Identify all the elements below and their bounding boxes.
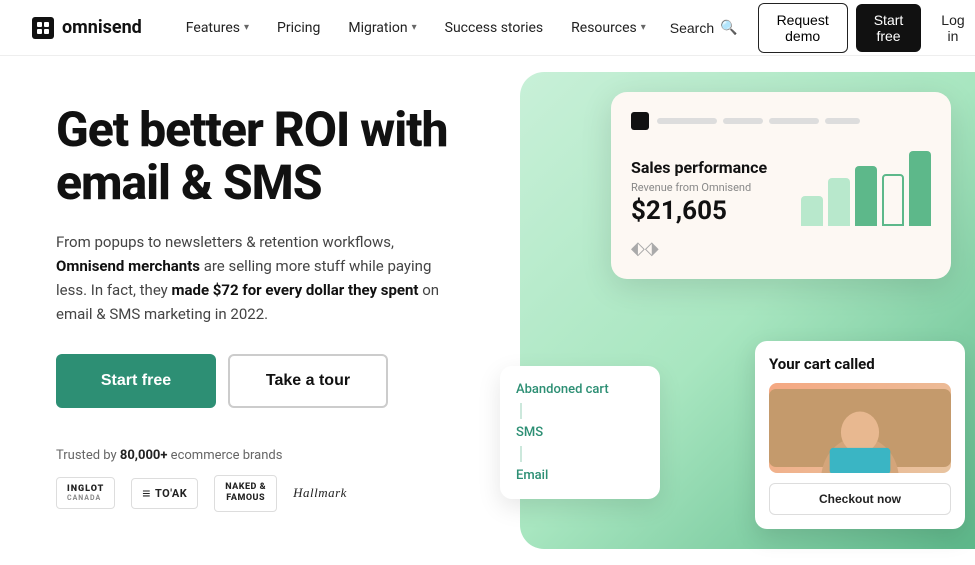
cart-popup-image bbox=[769, 383, 951, 473]
chevron-down-icon: ▾ bbox=[244, 22, 249, 33]
navbar: omnisend Features ▾ Pricing Migration ▾ … bbox=[0, 0, 975, 56]
bar-1 bbox=[801, 196, 823, 226]
cart-popup-card: Your cart called Checkout now bbox=[755, 341, 965, 529]
dashboard-header bbox=[631, 112, 931, 130]
start-free-nav-button[interactable]: Start free bbox=[856, 4, 922, 52]
bar-3 bbox=[855, 166, 877, 226]
hero-title: Get better ROI with email & SMS bbox=[56, 104, 488, 210]
brand-hallmark: Hallmark bbox=[293, 485, 347, 501]
dashboard-logo-icon bbox=[631, 112, 649, 130]
brand-toaak: ≡ TO'AK bbox=[131, 478, 198, 509]
dashboard-header-lines bbox=[657, 118, 860, 124]
funnel-item-cart: Abandoned cart SMS Email bbox=[516, 382, 644, 483]
bar-chart bbox=[801, 146, 931, 226]
header-line-3 bbox=[769, 118, 819, 124]
funnel-connector-2 bbox=[520, 446, 522, 462]
request-demo-button[interactable]: Request demo bbox=[758, 3, 848, 53]
funnel-label-cart: Abandoned cart bbox=[516, 382, 609, 397]
chevron-down-icon: ▾ bbox=[412, 22, 417, 33]
brand-logos: INGLOT CANADA ≡ TO'AK NAKED &FAMOUS Hall… bbox=[56, 475, 488, 512]
cart-popup-title: Your cart called bbox=[769, 355, 951, 373]
bar-4 bbox=[882, 174, 904, 226]
search-button[interactable]: Search 🔍 bbox=[658, 11, 750, 44]
funnel-label-sms: SMS bbox=[516, 425, 543, 440]
search-icon: 🔍 bbox=[720, 19, 737, 36]
revenue-label: Revenue from Omnisend bbox=[631, 181, 785, 194]
start-free-hero-button[interactable]: Start free bbox=[56, 354, 216, 408]
nav-resources[interactable]: Resources ▾ bbox=[559, 12, 658, 44]
hero-left: Get better ROI with email & SMS From pop… bbox=[0, 56, 520, 565]
logo-icon bbox=[32, 17, 54, 39]
header-line-4 bbox=[825, 118, 860, 124]
brand-inglot: INGLOT CANADA bbox=[56, 477, 115, 509]
nav-pricing[interactable]: Pricing bbox=[265, 12, 332, 44]
nav-migration[interactable]: Migration ▾ bbox=[336, 12, 428, 44]
logo-text: omnisend bbox=[62, 17, 142, 38]
header-line-1 bbox=[657, 118, 717, 124]
chevron-down-icon: ▾ bbox=[641, 22, 646, 33]
funnel-card: Abandoned cart SMS Email bbox=[500, 366, 660, 499]
bar-2 bbox=[828, 178, 850, 226]
hero-section: Get better ROI with email & SMS From pop… bbox=[0, 56, 975, 565]
login-button[interactable]: Log in bbox=[929, 4, 975, 52]
hero-buttons: Start free Take a tour bbox=[56, 354, 488, 408]
logo[interactable]: omnisend bbox=[32, 17, 142, 39]
dashboard-content: Sales performance Revenue from Omnisend … bbox=[631, 146, 931, 226]
bar-5 bbox=[909, 151, 931, 226]
hero-right: Sales performance Revenue from Omnisend … bbox=[520, 72, 975, 549]
nav-actions: Search 🔍 Request demo Start free Log in bbox=[658, 3, 975, 53]
checkout-now-button[interactable]: Checkout now bbox=[769, 483, 951, 515]
nav-features[interactable]: Features ▾ bbox=[174, 12, 261, 44]
trusted-section: Trusted by 80,000+ ecommerce brands INGL… bbox=[56, 448, 488, 512]
dashboard-info: Sales performance Revenue from Omnisend … bbox=[631, 158, 785, 226]
dashboard-card: Sales performance Revenue from Omnisend … bbox=[611, 92, 951, 279]
hero-description: From popups to newsletters & retention w… bbox=[56, 230, 456, 326]
header-line-2 bbox=[723, 118, 763, 124]
dashboard-icons-row: ⬖⬗ bbox=[631, 238, 931, 259]
dashboard-icon-1: ⬖⬗ bbox=[631, 238, 659, 259]
dashboard-title: Sales performance bbox=[631, 158, 785, 177]
nav-success-stories[interactable]: Success stories bbox=[433, 12, 556, 44]
revenue-value: $21,605 bbox=[631, 196, 785, 226]
nav-links: Features ▾ Pricing Migration ▾ Success s… bbox=[174, 12, 658, 44]
trusted-text: Trusted by 80,000+ ecommerce brands bbox=[56, 448, 488, 463]
brand-naked-famous: NAKED &FAMOUS bbox=[214, 475, 277, 512]
take-tour-button[interactable]: Take a tour bbox=[228, 354, 388, 408]
funnel-connector-1 bbox=[520, 403, 522, 419]
funnel-label-email: Email bbox=[516, 468, 548, 483]
